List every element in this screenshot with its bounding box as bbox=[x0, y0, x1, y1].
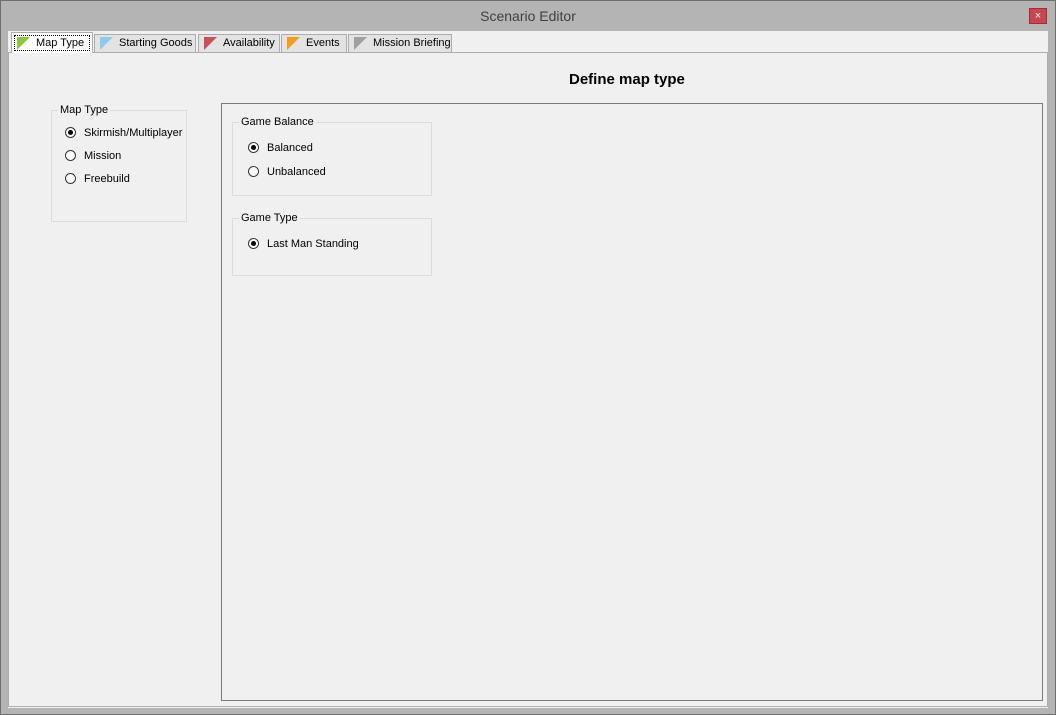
radio-label: Unbalanced bbox=[267, 166, 326, 178]
radio-indicator bbox=[65, 150, 76, 161]
radio-indicator bbox=[248, 238, 259, 249]
radio-label: Mission bbox=[84, 150, 122, 162]
blue-flag-icon bbox=[100, 37, 113, 50]
tab-map-type[interactable]: Map Type bbox=[11, 32, 93, 53]
game-type-group: Game Type Last Man Standing bbox=[232, 212, 432, 276]
map-settings-panel: Game Balance Balanced Unbalanced Game Ty… bbox=[221, 103, 1043, 701]
map-type-tab-panel: Define map type Map Type Skirmish/Multip… bbox=[8, 52, 1048, 707]
close-button[interactable]: × bbox=[1029, 8, 1047, 24]
page-title: Define map type bbox=[569, 71, 685, 88]
title-bar[interactable]: Scenario Editor × bbox=[1, 1, 1055, 31]
tab-label: Mission Briefing bbox=[373, 37, 451, 49]
orange-flag-icon bbox=[287, 37, 300, 50]
group-legend: Game Balance bbox=[239, 116, 316, 129]
radio-label: Skirmish/Multiplayer bbox=[84, 127, 183, 139]
tab-mission-briefing[interactable]: Mission Briefing bbox=[348, 34, 452, 52]
tab-label: Map Type bbox=[36, 37, 85, 49]
map-type-group: Map Type Skirmish/Multiplayer Mission Fr… bbox=[51, 104, 187, 222]
radio-label: Balanced bbox=[267, 142, 313, 154]
radio-label: Freebuild bbox=[84, 173, 130, 185]
radio-label: Last Man Standing bbox=[267, 238, 359, 250]
tab-label: Starting Goods bbox=[119, 37, 193, 49]
game-balance-group: Game Balance Balanced Unbalanced bbox=[232, 116, 432, 196]
group-legend: Map Type bbox=[58, 104, 111, 117]
tab-events[interactable]: Events bbox=[281, 34, 347, 52]
group-legend: Game Type bbox=[239, 212, 300, 225]
client-area: Map Type Starting Goods Availability Eve… bbox=[8, 31, 1048, 708]
radio-indicator bbox=[248, 142, 259, 153]
tab-starting-goods[interactable]: Starting Goods bbox=[94, 34, 196, 52]
radio-indicator bbox=[248, 166, 259, 177]
tab-label: Events bbox=[306, 37, 340, 49]
scenario-editor-window: Scenario Editor × Map Type Starting Good… bbox=[0, 0, 1056, 715]
green-flag-icon bbox=[17, 37, 30, 50]
tab-label: Availability bbox=[223, 37, 275, 49]
gray-flag-icon bbox=[354, 37, 367, 50]
red-flag-icon bbox=[204, 37, 217, 50]
radio-indicator bbox=[65, 127, 76, 138]
radio-indicator bbox=[65, 173, 76, 184]
tab-availability[interactable]: Availability bbox=[198, 34, 280, 52]
window-title: Scenario Editor bbox=[480, 8, 576, 24]
tab-strip: Map Type Starting Goods Availability Eve… bbox=[8, 31, 1048, 54]
